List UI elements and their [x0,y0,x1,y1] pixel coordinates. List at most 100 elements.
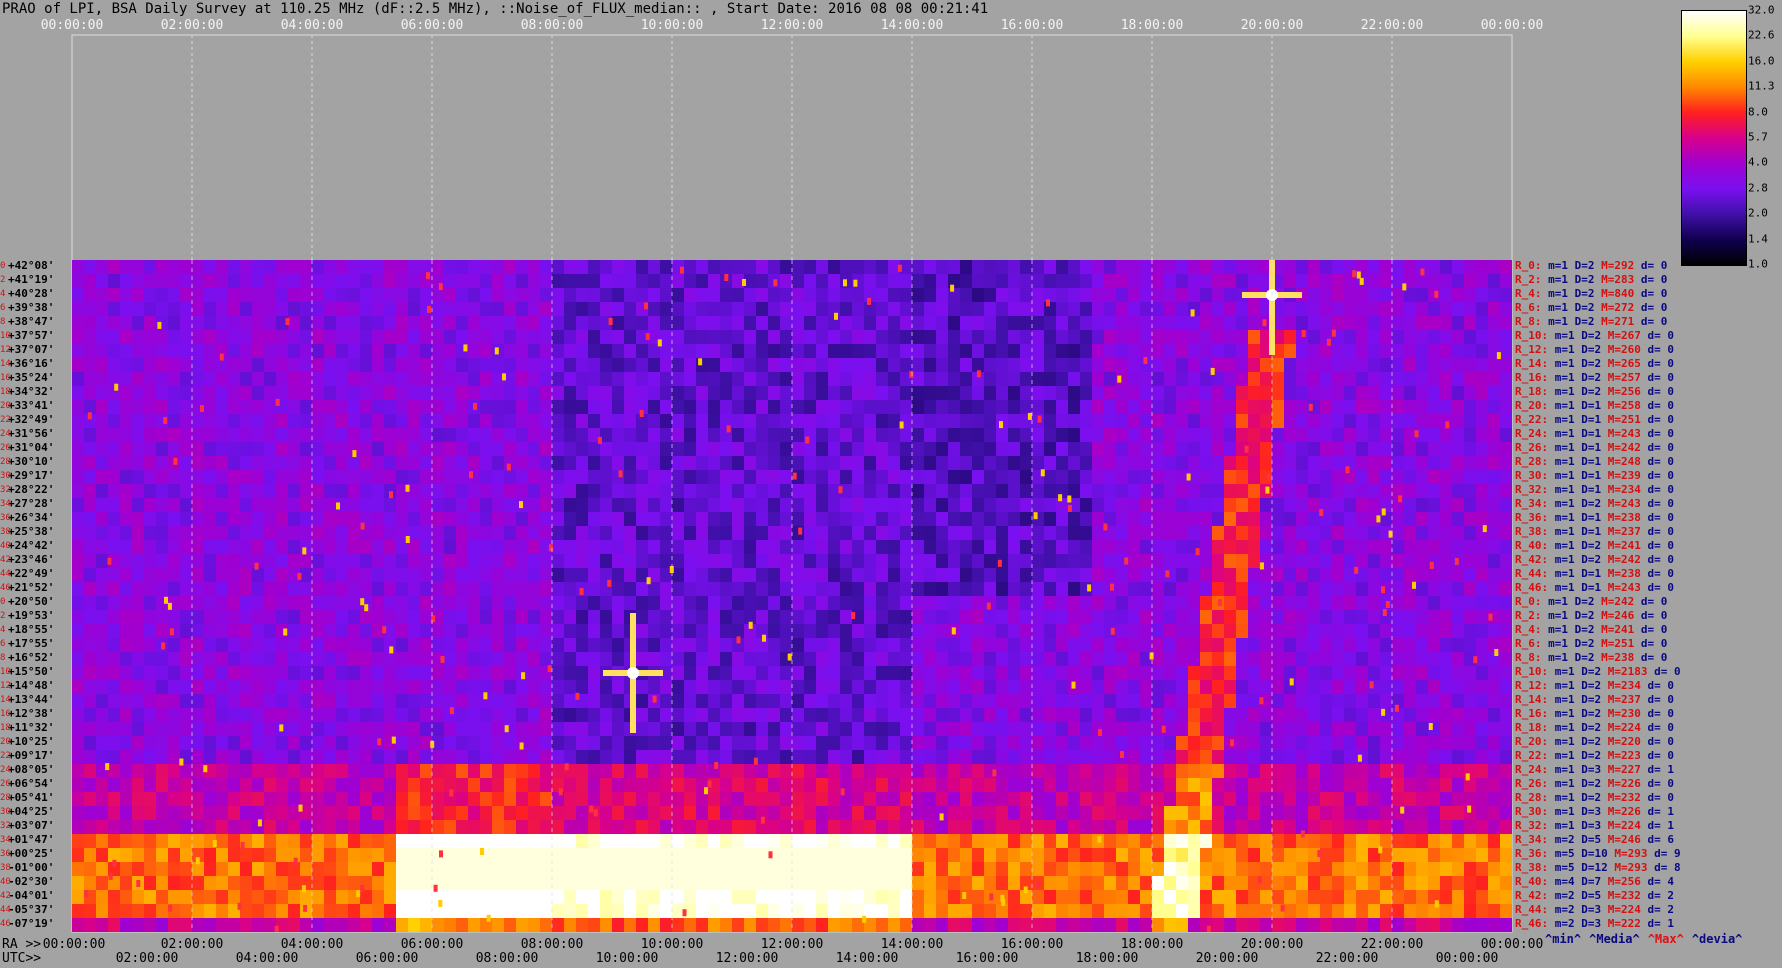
heat-cell [864,806,877,820]
heat-cell [996,582,1009,596]
heat-cell [804,708,817,722]
heat-cell [180,764,193,778]
heat-cell [1032,400,1045,414]
heat-cell [144,498,157,512]
heat-cell [1452,820,1465,834]
heat-cell [612,582,625,596]
heat-cell [1464,582,1477,596]
heat-cell [1452,484,1465,498]
heat-cell [420,288,433,302]
heat-cell [468,582,481,596]
heat-cell [804,806,817,820]
heat-cell [1428,582,1441,596]
heat-cell [1176,610,1189,624]
heat-cell [600,414,613,428]
heat-cell [684,344,697,358]
heat-cell [1080,722,1093,736]
heat-cell [72,526,85,540]
heat-cell [396,316,409,330]
heat-cell [1236,638,1249,652]
heat-cell [1476,372,1489,386]
heat-cell [492,820,505,834]
heat-cell [1500,582,1512,596]
heat-cell [252,498,265,512]
heat-cell [432,498,445,512]
heat-cell [888,568,901,582]
heat-cell [852,666,865,680]
heat-cell [1404,414,1417,428]
heat-cell [1044,442,1057,456]
heat-cell [1032,260,1045,274]
heat-cell [516,708,529,722]
heat-cell [1452,442,1465,456]
heat-cell [108,806,121,820]
heat-cell [1044,302,1057,316]
heat-cell [1152,288,1165,302]
heat-cell [372,274,385,288]
heat-cell [720,750,733,764]
heat-cell [216,722,229,736]
heat-cell [228,764,241,778]
heat-cell [624,736,637,750]
heat-cell [444,386,457,400]
heat-cell [528,484,541,498]
heat-cell [444,330,457,344]
heat-cell [816,288,829,302]
heat-cell [900,456,913,470]
heat-cell [372,372,385,386]
heat-cell [612,764,625,778]
heat-cell [948,722,961,736]
heat-cell [828,428,841,442]
heat-cell [168,428,181,442]
heat-cell [348,736,361,750]
heat-cell [552,344,565,358]
heat-cell [744,764,757,778]
heat-cell [252,666,265,680]
heat-cell [1116,820,1129,834]
heat-cell [780,624,793,638]
heat-cell [1356,806,1369,820]
heat-cell [648,302,661,316]
heat-cell [1416,708,1429,722]
heat-cell [228,414,241,428]
heat-cell [540,442,553,456]
heat-cell [636,386,649,400]
heat-cell [552,316,565,330]
heat-cell [552,400,565,414]
heat-cell [588,582,601,596]
heat-cell [1440,778,1453,792]
heat-cell [468,498,481,512]
heat-cell [204,568,217,582]
heat-cell [1152,526,1165,540]
heat-cell [72,330,85,344]
heat-cell [1332,722,1345,736]
heat-cell [648,526,661,540]
heat-cell [588,638,601,652]
heat-cell [1104,652,1117,666]
heat-cell [72,680,85,694]
heat-cell [720,288,733,302]
heat-cell [1044,372,1057,386]
heat-cell [684,722,697,736]
heat-cell [780,820,793,834]
heat-cell [684,386,697,400]
heat-cell [444,302,457,316]
heat-cell [1368,428,1381,442]
heat-cell [984,386,997,400]
heat-cell [408,554,421,568]
heat-cell [1236,596,1249,610]
heat-cell [1248,316,1261,330]
heat-cell [1332,652,1345,666]
heat-cell [1464,680,1477,694]
heat-cell [960,358,973,372]
heat-cell [660,694,673,708]
heat-cell [1284,806,1297,820]
heat-cell [1488,694,1501,708]
heat-cell [132,358,145,372]
heat-cell [132,274,145,288]
heat-cell [1104,442,1117,456]
heat-cell [936,638,949,652]
heat-cell [1200,694,1213,708]
heat-cell [192,386,205,400]
heat-cell [1152,610,1165,624]
